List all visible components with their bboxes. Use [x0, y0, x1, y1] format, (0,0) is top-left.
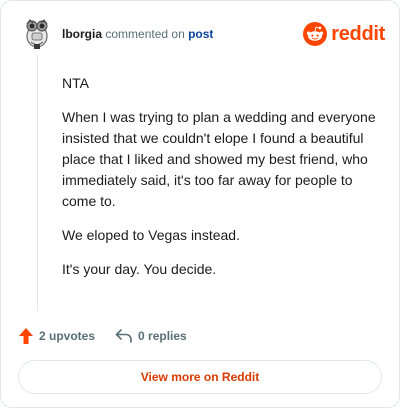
comment-paragraph: It's your day. You decide.: [62, 261, 217, 277]
thread-line: [37, 55, 38, 311]
comment-actions: 2 upvotes 0 replies: [18, 325, 187, 347]
comment-body: NTA When I was trying to plan a wedding …: [62, 73, 382, 293]
avatar[interactable]: [19, 16, 55, 52]
upvote-button[interactable]: 2 upvotes: [18, 327, 95, 345]
reddit-wordmark: reddit: [331, 22, 385, 45]
comment-header: lborgia commented on post reddit: [19, 16, 385, 52]
comment-paragraph: NTA: [62, 75, 89, 91]
reply-button[interactable]: 0 replies: [115, 329, 187, 343]
username[interactable]: lborgia: [62, 27, 102, 41]
action-text: commented on: [105, 27, 185, 41]
upvote-count: 2 upvotes: [39, 329, 96, 343]
reddit-snoo-icon: [303, 22, 328, 46]
reply-count: 0 replies: [138, 329, 187, 343]
upvote-arrow-icon: [19, 328, 33, 344]
comment-meta: lborgia commented on post: [62, 27, 213, 41]
reddit-comment-embed: lborgia commented on post reddit NTA Whe…: [0, 0, 400, 408]
reddit-brand-logo[interactable]: reddit: [303, 22, 385, 46]
comment-paragraph: When I was trying to plan a wedding and …: [62, 109, 376, 209]
view-more-button[interactable]: View more on Reddit: [18, 360, 382, 394]
avatar-snoo-icon: [19, 16, 55, 52]
comment-paragraph: We eloped to Vegas instead.: [62, 227, 240, 243]
reply-arrow-icon: [115, 329, 132, 343]
post-link[interactable]: post: [188, 27, 213, 41]
